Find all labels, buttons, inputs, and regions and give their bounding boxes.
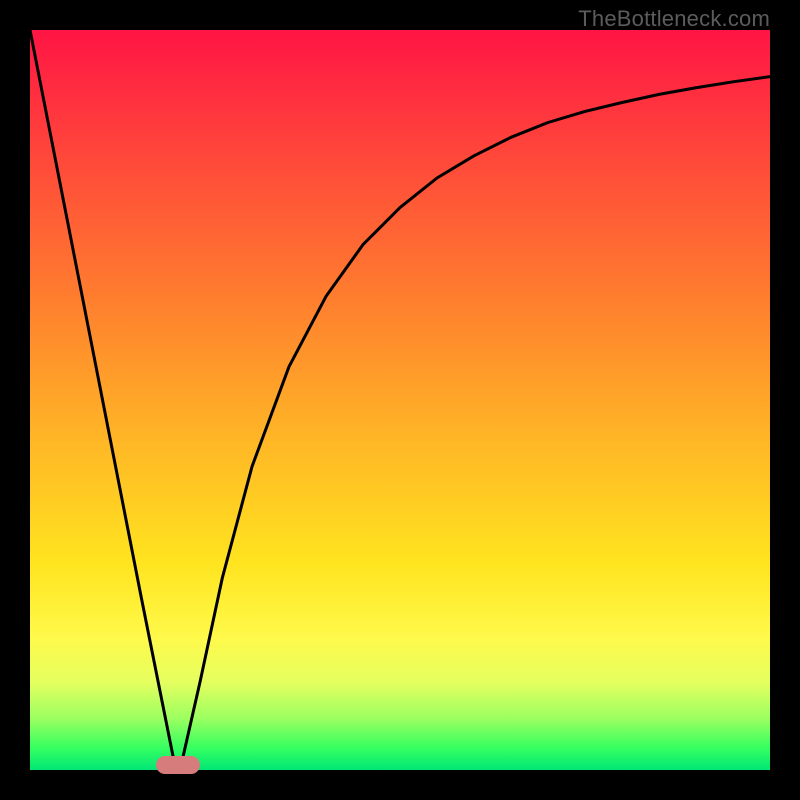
chart-plot-area <box>30 30 770 770</box>
watermark-text: TheBottleneck.com <box>578 6 770 32</box>
optimal-point-marker <box>156 756 200 774</box>
bottleneck-curve <box>30 30 770 770</box>
chart-frame: TheBottleneck.com <box>0 0 800 800</box>
